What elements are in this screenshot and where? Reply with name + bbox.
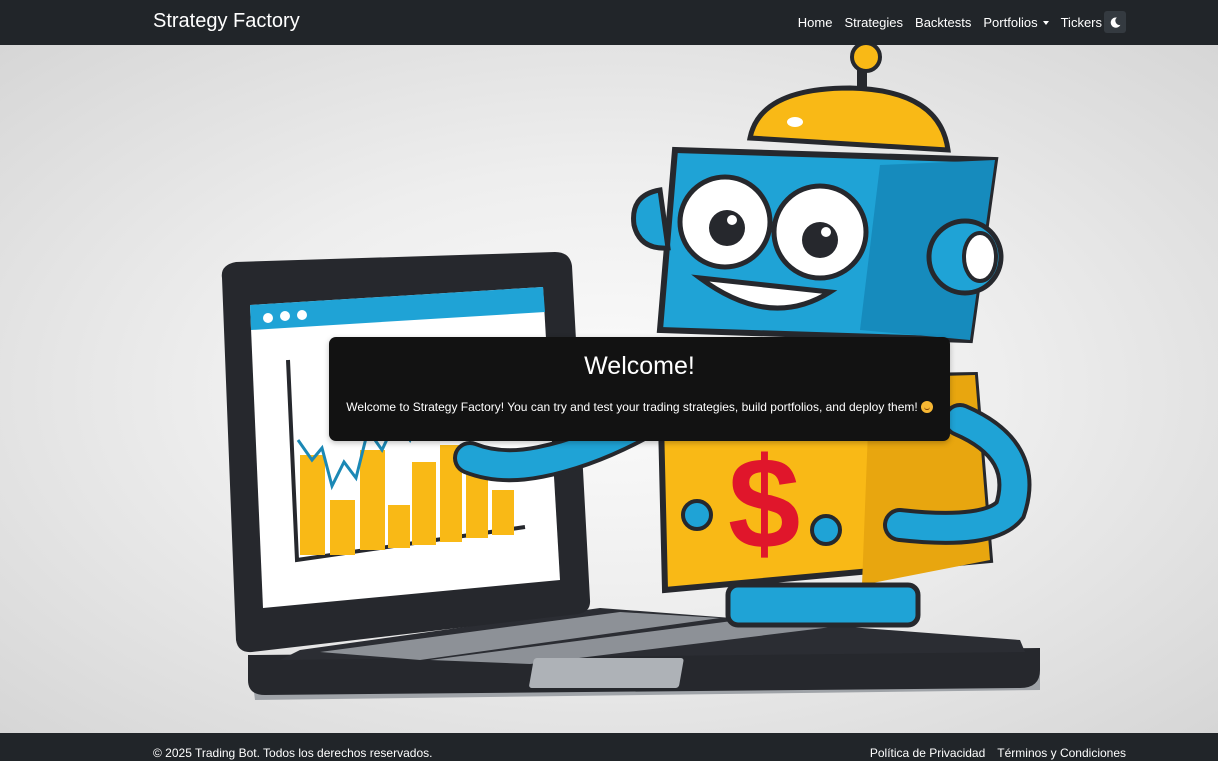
footer: © 2025 Trading Bot. Todos los derechos r… bbox=[0, 733, 1218, 761]
brand-link[interactable]: Strategy Factory bbox=[153, 9, 300, 33]
footer-links: Política de Privacidad Términos y Condic… bbox=[870, 746, 1126, 760]
caret-down-icon bbox=[1042, 20, 1049, 25]
terms-link[interactable]: Términos y Condiciones bbox=[997, 746, 1126, 760]
nav-strategies[interactable]: Strategies bbox=[844, 15, 903, 30]
copyright-text: © 2025 Trading Bot. Todos los derechos r… bbox=[153, 746, 433, 760]
welcome-card: Welcome! Welcome to Strategy Factory! Yo… bbox=[329, 337, 950, 441]
nav-links: Home Strategies Backtests Portfolios Tic… bbox=[798, 0, 1126, 45]
moon-icon bbox=[1110, 16, 1120, 28]
privacy-policy-link[interactable]: Política de Privacidad bbox=[870, 746, 985, 760]
nav-home[interactable]: Home bbox=[798, 15, 833, 30]
nav-portfolios-label: Portfolios bbox=[983, 15, 1038, 30]
theme-toggle-button[interactable] bbox=[1104, 11, 1126, 33]
dollar-symbol: $ bbox=[728, 430, 800, 576]
nav-backtests[interactable]: Backtests bbox=[915, 15, 971, 30]
smiling-face-emoji-icon bbox=[920, 401, 933, 413]
navbar: Strategy Factory Home Strategies Backtes… bbox=[0, 0, 1218, 45]
welcome-title: Welcome! bbox=[584, 352, 695, 380]
nav-tickers[interactable]: Tickers bbox=[1061, 15, 1102, 30]
welcome-message: Welcome to Strategy Factory! You can try… bbox=[329, 400, 950, 414]
hero-section: $ Welcome! Welcome to Strategy Factory! … bbox=[0, 45, 1218, 733]
welcome-text: Welcome to Strategy Factory! You can try… bbox=[346, 400, 918, 414]
nav-portfolios-dropdown[interactable]: Portfolios bbox=[983, 15, 1049, 30]
